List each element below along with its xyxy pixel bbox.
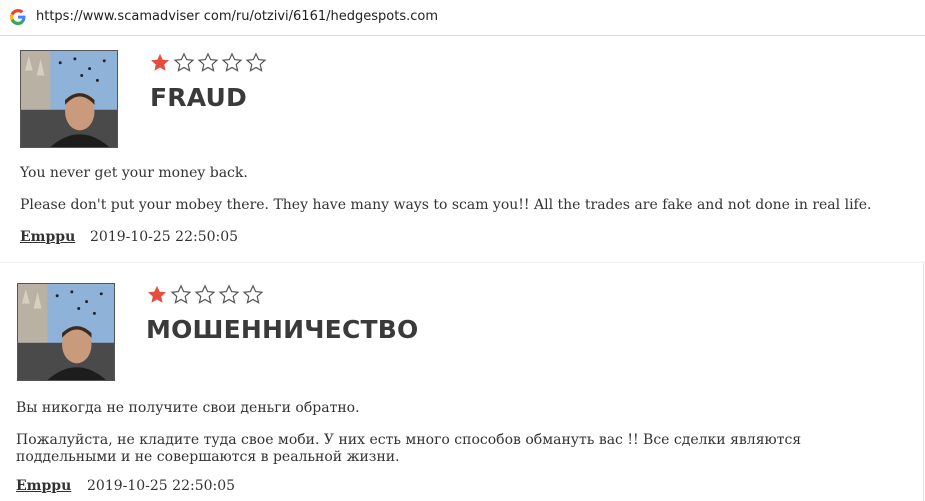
star-filled-icon <box>148 285 166 303</box>
review-text: Вы никогда не получите свои деньги обрат… <box>16 400 360 416</box>
review-title: МОШЕННИЧЕСТВО <box>146 315 419 344</box>
avatar-photo <box>18 284 114 380</box>
star-empty-icon <box>170 284 192 304</box>
star-empty-icon <box>218 284 240 304</box>
review-text: You never get your money back. <box>20 165 248 181</box>
review-card: МОШЕННИЧЕСТВО Вы никогда не получите сво… <box>0 262 924 501</box>
review-title: FRAUD <box>150 83 247 112</box>
star-rating <box>149 52 267 74</box>
review-date: 2019-10-25 22:50:05 <box>87 478 236 494</box>
review-text: Please don't put your mobey there. They … <box>20 197 872 213</box>
avatar[interactable] <box>20 50 118 148</box>
star-empty-icon <box>221 52 243 72</box>
star-empty-icon <box>197 52 219 72</box>
author-link[interactable]: Emppu <box>16 478 71 494</box>
browser-address-bar[interactable]: https://www.scamadviser com/ru/otzivi/61… <box>0 0 925 36</box>
review-card: FRAUD You never get your money back. Ple… <box>0 37 923 262</box>
review-text: Пожалуйста, не кладите туда свое моби. У… <box>16 432 802 465</box>
star-filled-icon <box>151 53 169 71</box>
avatar[interactable] <box>17 283 115 381</box>
avatar-photo <box>21 51 117 147</box>
star-empty-icon <box>242 284 264 304</box>
star-empty-icon <box>245 52 267 72</box>
star-empty-icon <box>173 52 195 72</box>
author-link[interactable]: Emppu <box>20 229 75 245</box>
review-date: 2019-10-25 22:50:05 <box>90 229 239 245</box>
url-text[interactable]: https://www.scamadviser com/ru/otzivi/61… <box>36 9 438 24</box>
google-icon <box>10 9 26 25</box>
star-empty-icon <box>194 284 216 304</box>
star-rating <box>146 284 264 306</box>
